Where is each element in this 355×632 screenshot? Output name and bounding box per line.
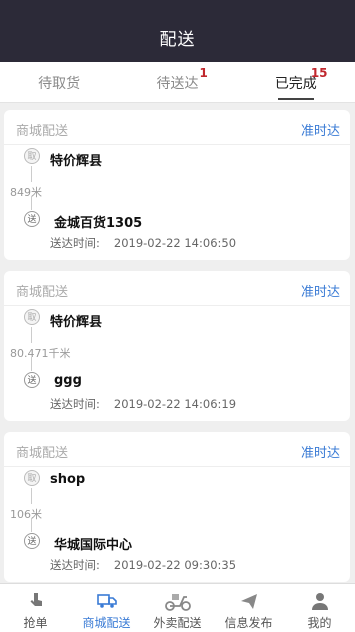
order-type: 商城配送 — [16, 124, 69, 139]
route-line — [31, 196, 32, 210]
nav-label: 信息发布 — [224, 616, 273, 630]
tab-completed[interactable]: 已完成 15 — [237, 62, 355, 102]
delivery-time-label: 送达时间: — [50, 236, 100, 250]
nav-label: 商城配送 — [82, 616, 131, 630]
divider — [4, 305, 350, 306]
status-badge: 准时达 — [300, 124, 340, 139]
route-line — [31, 357, 32, 371]
order-card[interactable]: 商城配送 准时达 取 shop 106米 送 华城国际中心 送达时间: 2019-… — [4, 432, 350, 582]
nav-item-grab-order[interactable]: 抢单 — [0, 584, 71, 632]
route-line — [31, 488, 32, 504]
pickup-name: 特价辉县 — [50, 315, 103, 330]
user-icon — [284, 590, 355, 612]
divider — [4, 144, 350, 145]
order-card[interactable]: 商城配送 准时达 取 特价辉县 80.471千米 送 ggg 送达时间: 2019… — [4, 271, 350, 421]
route-line — [31, 327, 32, 343]
pickup-name: 特价辉县 — [50, 154, 103, 169]
nav-label: 外卖配送 — [153, 616, 202, 630]
status-tabs: 待取货 待送达 1 已完成 15 — [0, 62, 355, 103]
active-tab-indicator — [277, 98, 314, 100]
divider — [4, 466, 350, 467]
dropoff-icon: 送 — [24, 533, 40, 549]
tab-label: 待取货 — [38, 76, 81, 92]
distance: 106米 — [10, 508, 42, 521]
tab-count-badge: 1 — [199, 66, 208, 80]
delivery-time-label: 送达时间: — [50, 558, 100, 572]
nav-item-food-delivery[interactable]: 外卖配送 — [142, 584, 213, 632]
order-card[interactable]: 商城配送 准时达 取 特价辉县 849米 送 金城百货1305 送达时间: 201… — [4, 110, 350, 260]
bottom-nav: 抢单 商城配送 外卖配送 信息发布 我的 — [0, 583, 355, 632]
app-header: 配送 — [0, 0, 355, 62]
scooter-icon — [142, 590, 213, 612]
delivery-time-row: 送达时间: 2019-02-22 09:30:35 — [50, 557, 236, 573]
tab-label: 待送达 — [156, 76, 199, 92]
delivery-time-value: 2019-02-22 09:30:35 — [113, 558, 237, 572]
tab-count-badge: 15 — [310, 66, 328, 80]
distance: 80.471千米 — [10, 347, 71, 360]
route-line — [31, 166, 32, 182]
route-line — [31, 518, 32, 532]
pickup-icon: 取 — [24, 309, 40, 325]
page-title: 配送 — [159, 30, 196, 50]
distance: 849米 — [10, 186, 42, 199]
nav-item-info-publish[interactable]: 信息发布 — [213, 584, 284, 632]
dropoff-name: ggg — [54, 373, 82, 388]
nav-label: 我的 — [307, 616, 332, 630]
delivery-time-row: 送达时间: 2019-02-22 14:06:19 — [50, 396, 236, 412]
delivery-time-label: 送达时间: — [50, 397, 100, 411]
nav-item-mall-delivery[interactable]: 商城配送 — [71, 584, 142, 632]
paper-plane-icon — [213, 590, 284, 612]
delivery-time-row: 送达时间: 2019-02-22 14:06:50 — [50, 235, 236, 251]
pickup-icon: 取 — [24, 148, 40, 164]
status-badge: 准时达 — [300, 285, 340, 300]
nav-label: 抢单 — [23, 616, 48, 630]
pickup-name: shop — [50, 472, 86, 487]
tab-pending-pickup[interactable]: 待取货 — [0, 62, 118, 102]
delivery-truck-icon — [71, 590, 142, 612]
hand-pointer-icon — [0, 590, 71, 612]
order-type: 商城配送 — [16, 446, 69, 461]
pickup-icon: 取 — [24, 470, 40, 486]
delivery-time-value: 2019-02-22 14:06:50 — [113, 236, 237, 250]
nav-item-profile[interactable]: 我的 — [284, 584, 355, 632]
dropoff-name: 金城百货1305 — [54, 216, 143, 231]
dropoff-icon: 送 — [24, 211, 40, 227]
tab-pending-delivery[interactable]: 待送达 1 — [118, 62, 236, 102]
dropoff-icon: 送 — [24, 372, 40, 388]
status-badge: 准时达 — [300, 446, 340, 461]
dropoff-name: 华城国际中心 — [54, 538, 133, 553]
delivery-time-value: 2019-02-22 14:06:19 — [113, 397, 237, 411]
order-type: 商城配送 — [16, 285, 69, 300]
